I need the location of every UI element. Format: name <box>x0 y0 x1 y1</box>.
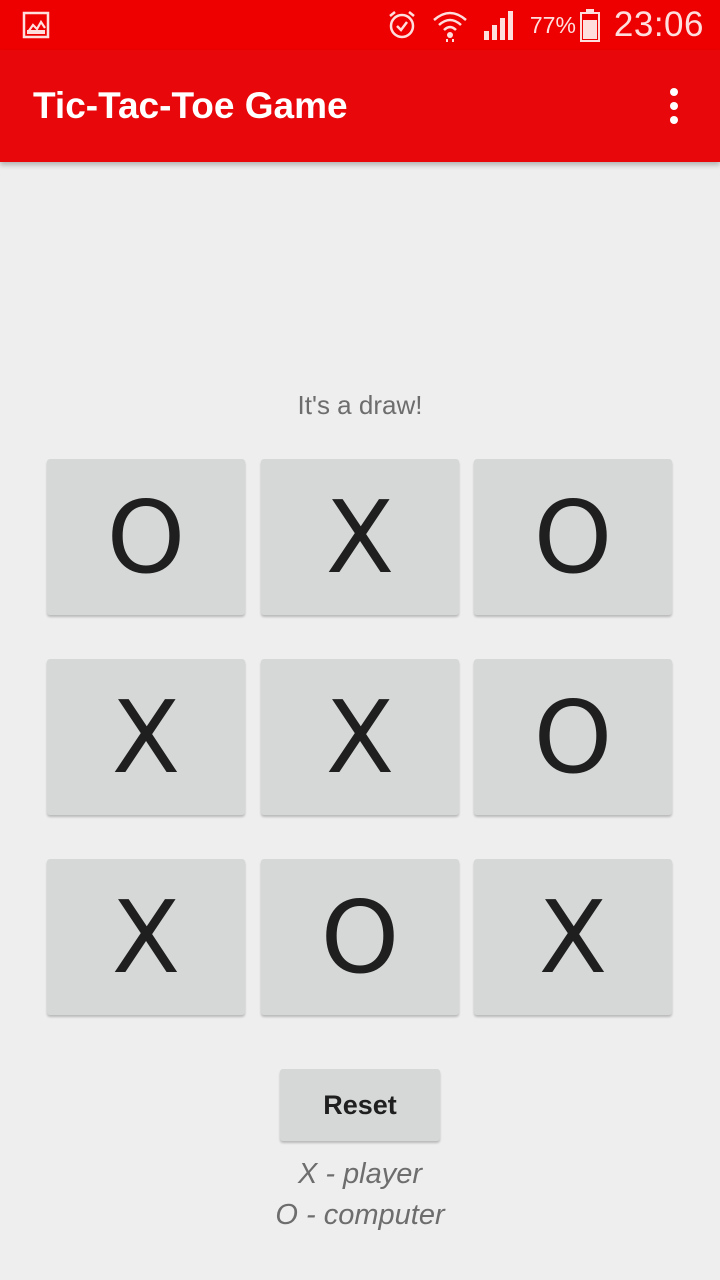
menu-dot <box>670 116 678 124</box>
status-icons: 77% 23:06 <box>386 0 704 50</box>
board-cell-r3-c3[interactable]: X <box>474 859 672 1015</box>
reset-button[interactable]: Reset <box>280 1069 440 1141</box>
legend-player: X - player <box>297 1158 423 1190</box>
board-cell-r1-c2[interactable]: X <box>261 459 459 615</box>
clock: 23:06 <box>613 5 704 44</box>
alarm-icon <box>386 9 418 41</box>
gallery-notification-icon <box>22 11 50 39</box>
wifi-icon <box>432 8 468 42</box>
screen: 77% 23:06 Tic-Tac-Toe Game It's a draw! … <box>0 0 720 1280</box>
battery-icon <box>579 8 600 42</box>
game-board: O X O X X O X O X <box>47 459 673 1016</box>
board-cell-r2-c1[interactable]: X <box>47 659 245 815</box>
app-title: Tic-Tac-Toe Game <box>33 85 348 126</box>
battery-percent: 77% <box>529 11 576 38</box>
board-cell-r3-c2[interactable]: O <box>261 859 459 1015</box>
status-bar: 77% 23:06 <box>0 0 720 50</box>
menu-dot <box>670 102 678 110</box>
board-cell-r2-c3[interactable]: O <box>474 659 672 815</box>
board-cell-r1-c3[interactable]: O <box>474 459 672 615</box>
game-status: It's a draw! <box>297 390 423 420</box>
menu-dot <box>670 88 678 96</box>
app-bar: Tic-Tac-Toe Game <box>0 50 720 162</box>
board-cell-r2-c2[interactable]: X <box>261 659 459 815</box>
board-cell-r3-c1[interactable]: X <box>47 859 245 1015</box>
overflow-menu-icon[interactable] <box>654 86 694 126</box>
legend-computer: O - computer <box>275 1199 445 1231</box>
board-cell-r1-c1[interactable]: O <box>47 459 245 615</box>
signal-icon <box>482 9 516 41</box>
